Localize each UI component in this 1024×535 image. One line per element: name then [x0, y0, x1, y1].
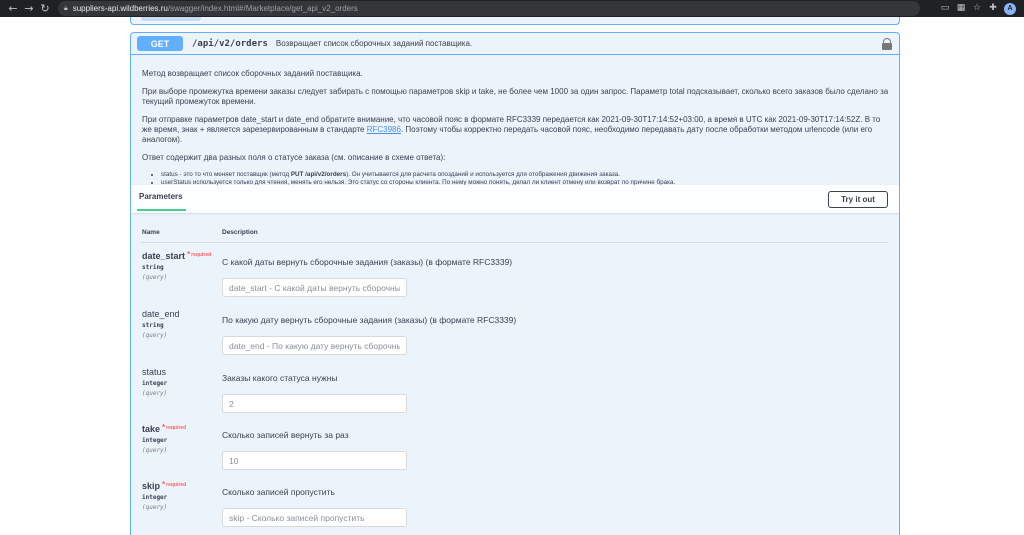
url-path: /swagger/index.html#/Marketplace/get_api… [167, 4, 358, 13]
bookmark-star-icon[interactable]: ☆ [972, 0, 982, 17]
param-location: (query) [142, 332, 168, 339]
operation-summary-text: Возвращает список сборочных заданий пост… [275, 39, 473, 48]
previous-operation-block[interactable] [130, 17, 900, 25]
lock-icon[interactable] [881, 37, 893, 50]
param-row-date-end: date_end string (query) По какую дату ве… [141, 309, 888, 365]
list-item: status - это то что меняет поставщик (ме… [161, 171, 889, 179]
required-star: * [162, 480, 166, 489]
param-location: (query) [142, 390, 168, 397]
param-name: take *required [142, 423, 187, 434]
url-host: suppliers-api.wildberries.ru [72, 4, 168, 13]
forward-icon[interactable]: → [22, 0, 36, 17]
method-badge: GET [137, 36, 183, 51]
param-name: status [142, 367, 167, 377]
operation-block-get-orders: GET /api/v2/orders Возвращает список сбо… [130, 32, 900, 535]
param-description: Сколько записей вернуть за раз [222, 430, 349, 440]
param-location: (query) [142, 274, 168, 281]
reload-icon[interactable]: ↻ [38, 0, 52, 17]
column-header-description: Description [222, 229, 258, 236]
description-paragraph: Ответ содержит два разных поля о статусе… [142, 153, 446, 162]
param-description: Сколько записей пропустить [222, 487, 335, 497]
param-description: Заказы какого статуса нужны [222, 373, 338, 383]
param-location: (query) [142, 447, 168, 454]
operation-summary[interactable]: GET /api/v2/orders Возвращает список сбо… [131, 33, 899, 55]
date-start-input[interactable] [222, 278, 407, 297]
param-location: (query) [142, 504, 168, 511]
param-description: По какую дату вернуть сборочные задания … [222, 315, 517, 325]
required-star: * [162, 423, 166, 432]
qr-icon[interactable]: ▦ [956, 0, 966, 17]
description-paragraph: При выборе промежутка времени заказы сле… [142, 87, 889, 106]
column-header-name: Name [142, 229, 160, 236]
parameters-table-header: Name Description [141, 229, 888, 243]
param-name: skip *required [142, 480, 187, 491]
param-row-skip: skip *required integer (query) Сколько за… [141, 480, 888, 535]
param-type: integer [142, 437, 168, 444]
status-input[interactable] [222, 394, 407, 413]
description-paragraph: При отправке параметров date_start и dat… [142, 115, 881, 144]
operation-path: /api/v2/orders [192, 38, 268, 49]
param-type: string [142, 264, 164, 271]
param-type: integer [142, 380, 168, 387]
description-paragraph: Метод возвращает список сборочных задани… [142, 69, 363, 78]
tab-underline [137, 209, 186, 211]
profile-avatar[interactable]: A [1004, 2, 1016, 15]
previous-operation-tag [141, 17, 201, 21]
browser-toolbar: ← → ↻ 🔒︎ suppliers-api.wildberries.ru/sw… [0, 0, 1024, 17]
address-bar[interactable]: 🔒︎ suppliers-api.wildberries.ru/swagger/… [58, 1, 920, 16]
param-row-take: take *required integer (query) Сколько за… [141, 423, 888, 480]
back-icon[interactable]: ← [6, 0, 20, 17]
param-row-status: status integer (query) Заказы какого ста… [141, 367, 888, 423]
param-row-date-start: date_start *required string (query) С как… [141, 250, 888, 307]
secure-lock-icon[interactable]: 🔒︎ [64, 4, 68, 13]
required-label: required [191, 252, 212, 258]
parameters-header: Parameters Try it out [131, 185, 899, 213]
param-description: С какой даты вернуть сборочные задания (… [222, 257, 513, 267]
param-name: date_start *required [142, 250, 212, 261]
cast-icon[interactable]: ▭ [940, 0, 950, 17]
param-name: date_end [142, 309, 180, 319]
param-type: string [142, 322, 164, 329]
tab-parameters[interactable]: Parameters [139, 192, 183, 201]
extensions-icon[interactable]: ✚ [988, 0, 998, 17]
rfc3986-link[interactable]: RFC3986 [367, 125, 401, 134]
try-it-out-button[interactable]: Try it out [828, 191, 888, 208]
required-label: required [166, 425, 187, 431]
take-input[interactable] [222, 451, 407, 470]
required-label: required [166, 482, 187, 488]
date-end-input[interactable] [222, 336, 407, 355]
required-star: * [187, 250, 191, 259]
skip-input[interactable] [222, 508, 407, 527]
operation-description: Метод возвращает список сборочных задани… [131, 55, 899, 187]
param-type: integer [142, 494, 168, 501]
